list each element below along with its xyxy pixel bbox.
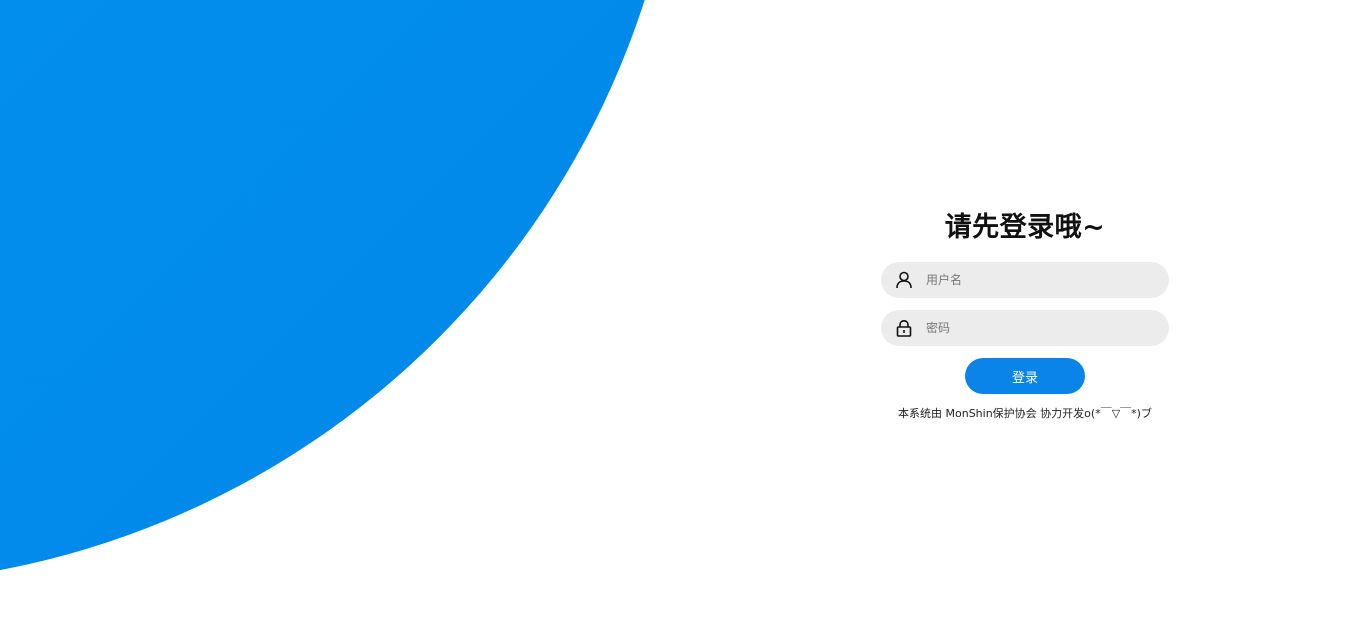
username-input[interactable] — [924, 264, 1148, 296]
password-field-container[interactable] — [881, 310, 1169, 346]
page-title: 请先登录哦~ — [944, 212, 1106, 243]
lock-icon — [894, 318, 914, 338]
footer-credit: 本系统由 MonShin保护协会 协力开发o(*￣▽￣*)ブ — [898, 407, 1152, 420]
decorative-blue-circle — [0, 0, 685, 585]
username-field-container[interactable] — [881, 262, 1169, 298]
user-icon — [894, 270, 914, 290]
login-button[interactable]: 登录 — [965, 358, 1085, 394]
login-page: 请先登录哦~ 登录 本系统由 MonShin保护协会 协力开发o(*￣ — [0, 0, 1366, 619]
login-form: 请先登录哦~ 登录 本系统由 MonShin保护协会 协力开发o(*￣ — [881, 200, 1169, 421]
password-input[interactable] — [924, 312, 1148, 344]
